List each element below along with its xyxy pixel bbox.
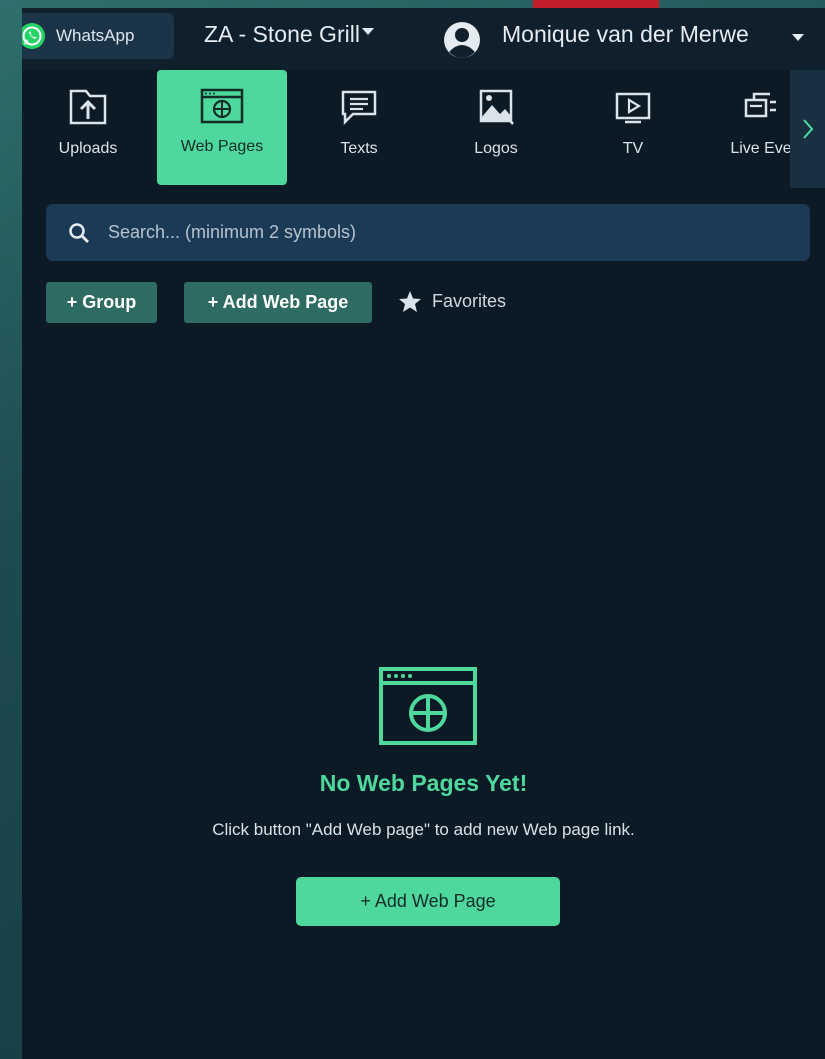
tab-logos[interactable]: Logos bbox=[431, 70, 561, 185]
tab-label: Web Pages bbox=[180, 138, 264, 155]
search-input[interactable] bbox=[106, 221, 710, 244]
tab-label: TV bbox=[622, 140, 644, 157]
live-event-icon bbox=[744, 92, 776, 118]
tab-label: Logos bbox=[474, 140, 518, 157]
chevron-down-icon bbox=[361, 28, 374, 36]
chevron-right-icon bbox=[802, 119, 813, 139]
add-group-button[interactable]: + Group bbox=[46, 282, 157, 323]
user-menu-chevron-icon[interactable] bbox=[792, 34, 804, 41]
favorites-toggle[interactable]: Favorites bbox=[398, 290, 506, 313]
tab-web-pages[interactable]: Web Pages bbox=[157, 70, 287, 185]
content-type-tabs: Uploads Web Pages Texts Logos TV Live Ev… bbox=[22, 70, 825, 192]
empty-state-description: Click button "Add Web page" to add new W… bbox=[212, 820, 635, 839]
image-icon bbox=[479, 89, 514, 125]
top-accent-strip bbox=[533, 0, 659, 8]
add-web-page-button[interactable]: + Add Web Page bbox=[184, 282, 372, 323]
user-name[interactable]: Monique van der Merwe bbox=[502, 21, 749, 48]
text-icon bbox=[341, 90, 377, 126]
web-page-icon bbox=[200, 88, 244, 124]
tab-tv[interactable]: TV bbox=[568, 70, 698, 185]
upload-icon bbox=[69, 89, 107, 125]
web-page-icon bbox=[379, 667, 477, 745]
empty-state-add-web-page-button[interactable]: + Add Web Page bbox=[296, 877, 560, 926]
tab-uploads[interactable]: Uploads bbox=[23, 70, 153, 185]
tab-texts[interactable]: Texts bbox=[294, 70, 424, 185]
tab-live-events[interactable]: Live Eve bbox=[705, 70, 795, 185]
store-name: ZA - Stone Grill bbox=[204, 21, 360, 47]
top-bar: WhatsApp ZA - Stone Grill Monique van de… bbox=[22, 8, 825, 70]
empty-state-title: No Web Pages Yet! bbox=[319, 770, 528, 796]
whatsapp-button[interactable]: WhatsApp bbox=[22, 13, 174, 59]
tabs-scroll-right-button[interactable] bbox=[790, 70, 825, 188]
search-icon bbox=[69, 222, 89, 243]
whatsapp-icon bbox=[22, 23, 45, 49]
tv-icon bbox=[615, 92, 651, 124]
tab-label: Live Eve bbox=[730, 140, 792, 157]
tab-label: Uploads bbox=[58, 140, 118, 157]
search-bar bbox=[46, 204, 810, 261]
user-avatar-icon[interactable] bbox=[442, 20, 482, 60]
star-icon bbox=[399, 291, 421, 312]
tab-label: Texts bbox=[340, 140, 378, 157]
store-selector[interactable]: ZA - Stone Grill bbox=[204, 21, 374, 48]
main-panel: WhatsApp ZA - Stone Grill Monique van de… bbox=[22, 8, 825, 1059]
whatsapp-label: WhatsApp bbox=[56, 26, 135, 45]
favorites-label: Favorites bbox=[432, 291, 507, 311]
